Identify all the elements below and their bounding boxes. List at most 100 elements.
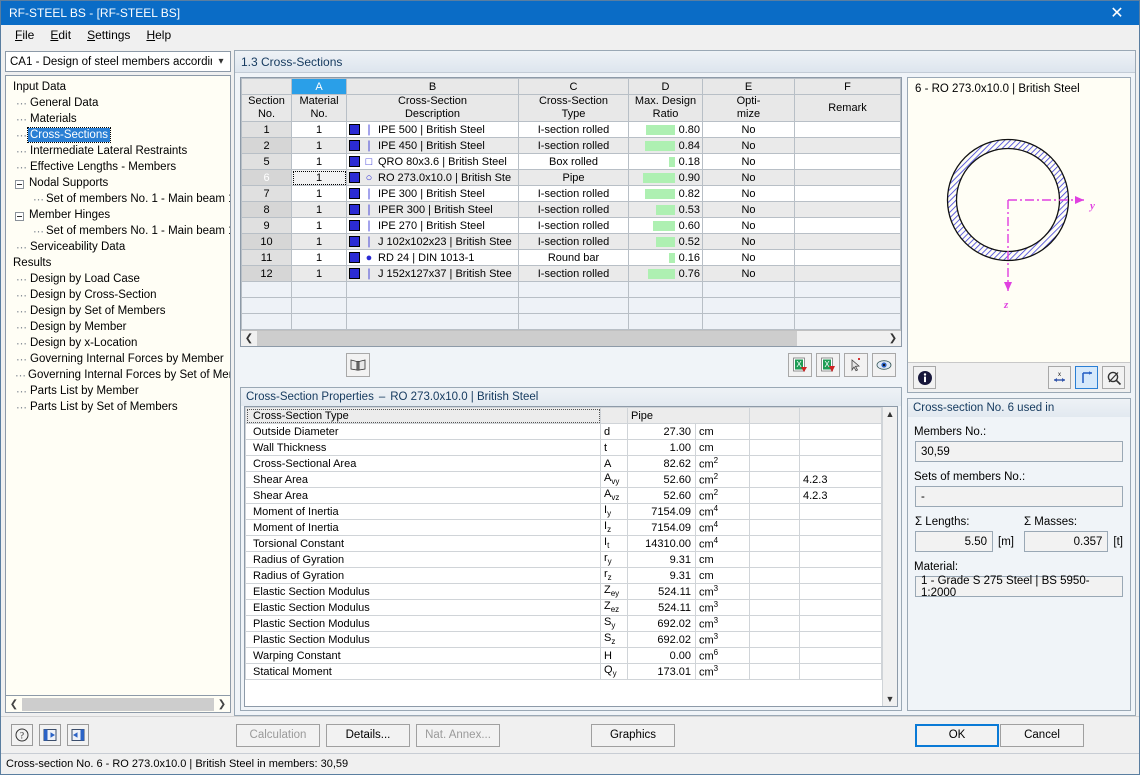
table-empty-row[interactable] [241,297,901,314]
property-row[interactable]: Cross-Sectional Area A 82.62 cm2 [245,455,882,472]
graphics-button[interactable]: Graphics [591,723,675,747]
cell-design-ratio[interactable]: 0.82 [628,185,703,202]
help-button[interactable]: ? [11,724,33,746]
menu-item-edit[interactable]: Edit [42,26,79,44]
property-row[interactable]: Plastic Section Modulus Sz 692.02 cm3 [245,631,882,648]
sidebar-item-serviceability-data[interactable]: ⋯ Serviceability Data [9,239,230,255]
property-row[interactable]: Shear Area Avy 52.60 cm2 4.2.3 [245,471,882,488]
info-button[interactable] [913,366,936,389]
table-row[interactable]: 7 1 ∣ IPE 300 | British Steel I-section roll… [241,185,901,202]
table-row[interactable]: 1 1 ∣ IPE 500 | British Steel I-section roll… [241,121,901,138]
cell-empty[interactable] [241,281,292,298]
property-row[interactable]: Elastic Section Modulus Zez 524.11 cm3 [245,599,882,616]
cell-empty[interactable] [291,281,347,298]
cell-optimize[interactable]: No [702,249,795,266]
cell-description[interactable]: ∣ IPER 300 | British Steel [346,201,519,218]
table-empty-row[interactable] [241,281,901,298]
cell-optimize[interactable]: No [702,201,795,218]
cell-empty[interactable] [518,281,629,298]
column-letter-F[interactable]: F [794,78,901,95]
cell-material-no[interactable]: 1 [291,169,347,186]
sidebar-item-design-by-load-case[interactable]: ⋯ Design by Load Case [9,271,230,287]
scroll-up-icon[interactable]: ▲ [886,407,895,421]
details-button[interactable]: Details... [326,723,410,747]
column-letter-E[interactable]: E [702,78,795,95]
cell-material-no[interactable]: 1 [291,217,347,234]
table-empty-row[interactable] [241,313,901,330]
cell-design-ratio[interactable]: 0.84 [628,137,703,154]
cell-section-no[interactable]: 5 [241,153,292,170]
cell-description[interactable]: ● RD 24 | DIN 1013-1 [346,249,519,266]
table-row[interactable]: 6 1 ○ RO 273.0x10.0 | British Ste Pipe 0.90 No [241,169,901,186]
cell-empty[interactable] [291,297,347,314]
cell-empty[interactable] [628,297,703,314]
sidebar-item-design-by-x-location[interactable]: ⋯ Design by x-Location [9,335,230,351]
cell-section-no[interactable]: 6 [241,169,292,186]
calculation-button[interactable]: Calculation [236,723,320,747]
masses-value[interactable]: 0.357 [1024,531,1109,552]
cell-description[interactable]: □ QRO 80x3.6 | British Steel [346,153,519,170]
export-excel-button[interactable]: X [816,352,840,377]
cell-remark[interactable] [794,265,901,282]
scroll-right-icon[interactable]: ❯ [215,699,229,710]
cell-material-no[interactable]: 1 [291,249,347,266]
scroll-left-icon[interactable]: ❮ [7,699,21,710]
sidebar-item-parts-list-by-set-of-members[interactable]: ⋯ Parts List by Set of Members [9,399,230,415]
cell-design-ratio[interactable]: 0.80 [628,121,703,138]
sidebar-item-general-data[interactable]: ⋯ General Data [9,95,230,111]
cell-section-no[interactable]: 11 [241,249,292,266]
cell-type[interactable]: I-section rolled [518,185,629,202]
scroll-thumb[interactable] [22,697,214,711]
members-value[interactable]: 30,59 [915,441,1123,462]
cell-remark[interactable] [794,137,901,154]
cell-description[interactable]: ∣ J 152x127x37 | British Stee [346,265,519,282]
cell-empty[interactable] [794,313,901,330]
table-row[interactable]: 2 1 ∣ IPE 450 | British Steel I-section roll… [241,137,901,154]
cell-design-ratio[interactable]: 0.52 [628,233,703,250]
cell-empty[interactable] [518,313,629,330]
cell-empty[interactable] [702,297,795,314]
cell-empty[interactable] [702,281,795,298]
nat-annex-button[interactable]: Nat. Annex... [416,723,500,747]
property-row[interactable]: Elastic Section Modulus Zey 524.11 cm3 [245,583,882,600]
pick-in-model-button[interactable] [844,352,868,377]
sidebar-item-cross-sections[interactable]: ⋯ Cross-Sections [9,127,230,143]
cell-section-no[interactable]: 8 [241,201,292,218]
scroll-thumb[interactable] [257,331,798,346]
tree-collapse-icon[interactable] [15,179,24,189]
import-excel-button[interactable]: X [788,352,812,377]
cell-optimize[interactable]: No [702,265,795,282]
close-icon[interactable]: ✕ [1095,1,1139,25]
cell-empty[interactable] [346,313,519,330]
navigator-tree[interactable]: Input Data ⋯ General Data ⋯ Materials ⋯ Cross-… [5,75,231,696]
cell-empty[interactable] [241,313,292,330]
table-row[interactable]: 10 1 ∣ J 102x102x23 | British Stee I-section… [241,233,901,250]
material-value[interactable]: 1 - Grade S 275 Steel | BS 5950-1:2000 [915,575,1123,599]
cell-empty[interactable] [518,297,629,314]
sidebar-item-set-of-members-no-1-main-beam-1[interactable]: ⋯ Set of members No. 1 - Main beam 1 [9,191,230,207]
previous-view-button[interactable] [39,724,61,746]
cell-type[interactable]: I-section rolled [518,201,629,218]
cell-type[interactable]: I-section rolled [518,233,629,250]
axes-button[interactable] [1075,366,1098,389]
column-letter-B[interactable]: B [346,78,519,95]
cell-type[interactable]: Box rolled [518,153,629,170]
sidebar-item-parts-list-by-member[interactable]: ⋯ Parts List by Member [9,383,230,399]
next-view-button[interactable] [67,724,89,746]
load-case-combo[interactable]: CA1 - Design of steel members according … [5,51,231,72]
cell-empty[interactable] [346,297,519,314]
scroll-left-icon[interactable]: ❮ [241,333,257,344]
cell-design-ratio[interactable]: 0.16 [628,249,703,266]
property-row[interactable]: Warping Constant H 0.00 cm6 [245,647,882,664]
sidebar-item-nodal-supports[interactable]: Nodal Supports [9,175,230,191]
cell-empty[interactable] [628,313,703,330]
cell-remark[interactable] [794,233,901,250]
cell-material-no[interactable]: 1 [291,153,347,170]
sidebar-item-design-by-cross-section[interactable]: ⋯ Design by Cross-Section [9,287,230,303]
cell-remark[interactable] [794,217,901,234]
cell-remark[interactable] [794,185,901,202]
column-letter-A[interactable]: A [291,78,347,95]
cell-material-no[interactable]: 1 [291,185,347,202]
property-row[interactable]: Statical Moment Qy 173.01 cm3 [245,663,882,680]
cell-type[interactable]: I-section rolled [518,217,629,234]
